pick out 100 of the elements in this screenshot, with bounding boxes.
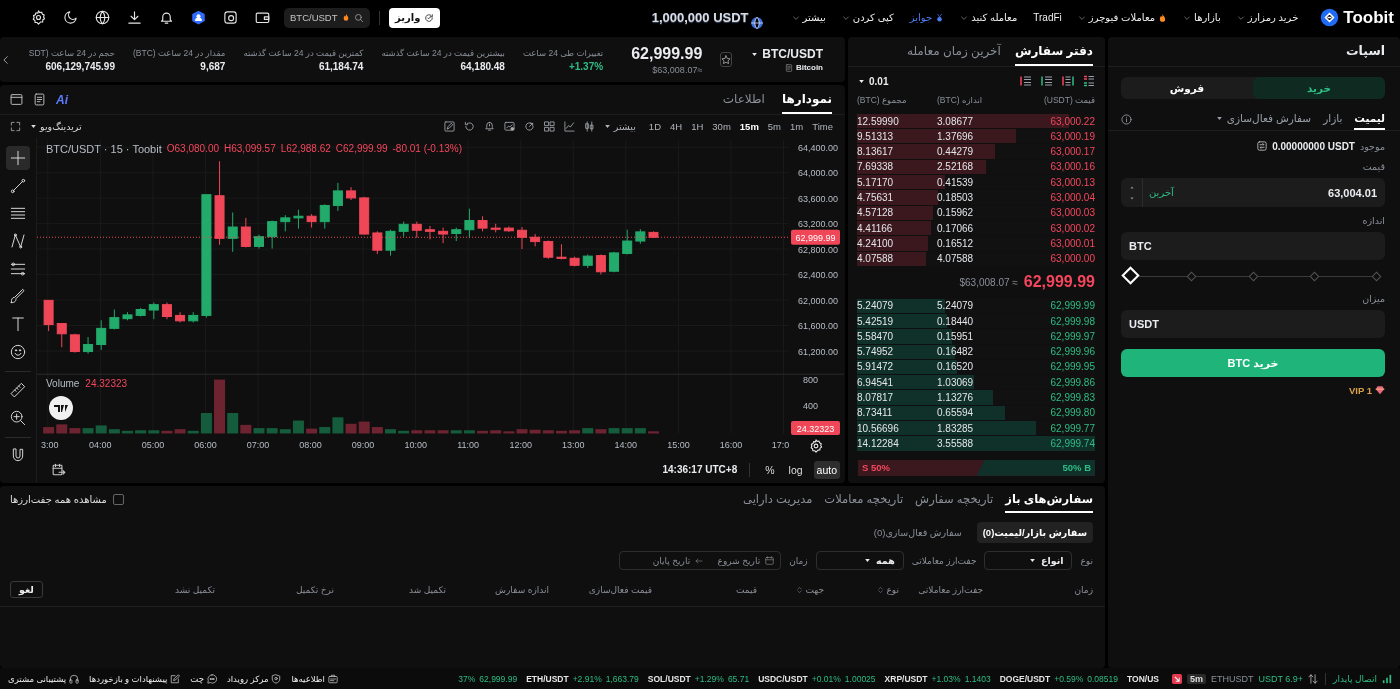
caret-down-icon[interactable] (1128, 195, 1135, 201)
chart-tab[interactable]: اطلاعات (722, 85, 765, 114)
search-field[interactable]: BTC/USDT (284, 7, 370, 28)
favorite-button[interactable] (720, 52, 733, 67)
search-input[interactable]: BTC/USDT (290, 12, 338, 23)
filter-select[interactable]: همه (815, 551, 904, 570)
ticker-pair[interactable]: XRP/USDT (884, 673, 928, 684)
order-filter-tab[interactable]: سفارش بازار/لیمیت(0) (976, 522, 1093, 543)
interval-button[interactable]: 1H (691, 121, 704, 132)
interval-button[interactable]: 4H (670, 121, 683, 132)
ticker-pair[interactable]: TON/US (1127, 673, 1159, 684)
footer-link[interactable]: پیشنهادات و بازخوردها (89, 673, 181, 684)
circle-in-square-icon[interactable] (223, 10, 238, 25)
chart-type-menu[interactable]: تریدینگ‌ویو (30, 121, 82, 132)
nav-menu-item[interactable]: بازارها (1183, 12, 1221, 23)
refresh-icon[interactable] (463, 121, 475, 132)
orders-tab[interactable]: سفارش‌های باز (1005, 486, 1093, 513)
footer-link[interactable]: اطلاعیه‌ها (291, 673, 338, 684)
ai-button[interactable]: Ai (56, 92, 68, 107)
nav-menu-item[interactable]: معاملات فیوچرز (1077, 12, 1168, 23)
ask-price[interactable]: 63,000.00 (1017, 253, 1095, 265)
ask-price[interactable]: 63,000.16 (1017, 161, 1095, 173)
ticker-pair[interactable]: ETH/USDT (526, 673, 569, 684)
ask-price[interactable]: 63,000.04 (1017, 192, 1095, 203)
interval-button[interactable]: 15m (739, 121, 759, 132)
footer-link[interactable]: چت (190, 673, 217, 684)
bid-price[interactable]: 62,999.86 (1017, 376, 1095, 388)
side-tab[interactable]: خرید (1253, 77, 1385, 99)
checkbox-label[interactable]: مشاهده همه جفت‌ارزها (10, 494, 107, 505)
nav-menu-item[interactable]: خرید رمزارز (1236, 12, 1299, 23)
chart-tab[interactable]: نمودارها (781, 85, 832, 114)
interval-button[interactable]: Time (812, 121, 833, 132)
bid-price[interactable]: 62,999.74 (1017, 437, 1095, 449)
book-split-icon[interactable] (1062, 75, 1074, 87)
bid-price[interactable]: 62,999.97 (1017, 330, 1095, 342)
ask-price[interactable]: 63,000.01 (1017, 237, 1095, 249)
interval-button[interactable]: 5m (767, 121, 782, 132)
notifications-icon[interactable] (159, 10, 174, 25)
bid-price[interactable]: 62,999.80 (1017, 407, 1095, 419)
edit-icon[interactable] (443, 121, 455, 132)
slider-stop-icon[interactable] (1371, 271, 1381, 281)
end-date-input[interactable]: تاریخ پایان (638, 555, 691, 566)
precision-select[interactable]: 0.01 (858, 75, 889, 87)
ask-price[interactable]: 63,000.03 (1017, 207, 1095, 219)
wallet-icon[interactable] (255, 10, 270, 25)
alert-bell-icon[interactable] (483, 121, 495, 132)
order-filter-tab[interactable]: سفارش فعال‌سازی(0) (867, 522, 968, 543)
settings-icon[interactable] (811, 439, 822, 453)
slider-stop-icon[interactable] (1248, 271, 1258, 281)
orders-tab[interactable]: تاریخچه معاملات (824, 486, 904, 513)
caret-up-icon[interactable] (1128, 184, 1135, 190)
ask-price[interactable]: 63,000.17 (1017, 146, 1095, 158)
candlestick-icon[interactable] (583, 121, 595, 132)
scale-mode-button[interactable]: log (785, 460, 806, 479)
nav-menu-item[interactable]: TradFi (1033, 12, 1062, 23)
more-intervals-button[interactable]: بیشتر (603, 121, 636, 132)
size-field[interactable]: BTC (1121, 232, 1385, 260)
nav-menu-item[interactable]: بیشتر (791, 12, 826, 23)
order-type-tab[interactable]: سفارش فعال‌سازی (1215, 108, 1312, 130)
scale-mode-button[interactable]: auto (813, 460, 840, 479)
checkbox[interactable] (112, 494, 124, 505)
scale-mode-button[interactable]: % (762, 460, 778, 479)
globe-icon[interactable] (95, 10, 110, 25)
crosshair-tool-button[interactable] (6, 146, 30, 170)
nav-menu-item[interactable]: معامله کنید (960, 12, 1018, 23)
interval-button[interactable]: 1m (790, 121, 804, 132)
ask-price[interactable]: 63,000.02 (1017, 222, 1095, 234)
order-type-tab[interactable]: بازار (1323, 108, 1343, 130)
ticker-pair[interactable]: SOL/USDT (647, 673, 691, 684)
line-chart-icon[interactable] (563, 121, 575, 132)
ask-price[interactable]: 63,000.22 (1017, 115, 1095, 127)
date-range-field[interactable]: تاریخ شروع تاریخ پایان (619, 551, 782, 570)
grid-icon[interactable] (543, 121, 555, 132)
user-avatar-icon[interactable] (191, 10, 206, 25)
download-icon[interactable] (127, 10, 142, 25)
book-bids-icon[interactable] (1041, 75, 1053, 87)
settings-icon[interactable] (31, 10, 46, 25)
info-icon[interactable] (1121, 113, 1132, 125)
chart-window-icon[interactable] (503, 121, 515, 132)
swap-icon[interactable] (1308, 673, 1319, 684)
promo-banner[interactable]: 1,000,000 USDT (651, 5, 764, 30)
ticker-pair[interactable]: DOGE/USDT (999, 673, 1051, 684)
amount-field[interactable]: USDT (1121, 310, 1385, 338)
last-price-button[interactable]: آخرین (1149, 187, 1174, 198)
moon-icon[interactable] (63, 10, 78, 25)
interval-button[interactable]: 30m (712, 121, 731, 132)
deposit-button[interactable]: واریز (389, 7, 441, 28)
footer-link[interactable]: پشتیبانی مشتری (8, 673, 80, 684)
slider-stop-icon[interactable] (1186, 271, 1197, 281)
filter-select[interactable]: انواع (984, 551, 1073, 570)
window-icon[interactable] (10, 93, 23, 106)
interval-button[interactable]: 1D (648, 121, 661, 132)
bid-price[interactable]: 62,999.99 (1017, 300, 1095, 312)
orders-tab[interactable]: مدیریت دارایی (743, 486, 813, 513)
vip-level[interactable]: VIP 1 (1348, 384, 1372, 396)
bid-price[interactable]: 62,999.83 (1017, 392, 1095, 404)
orders-tab[interactable]: تاریخچه سفارش (915, 486, 994, 513)
ask-price[interactable]: 63,000.19 (1017, 130, 1095, 142)
side-toggle[interactable]: خرید فروش (1121, 77, 1385, 99)
chevron-left-icon[interactable] (0, 54, 11, 65)
